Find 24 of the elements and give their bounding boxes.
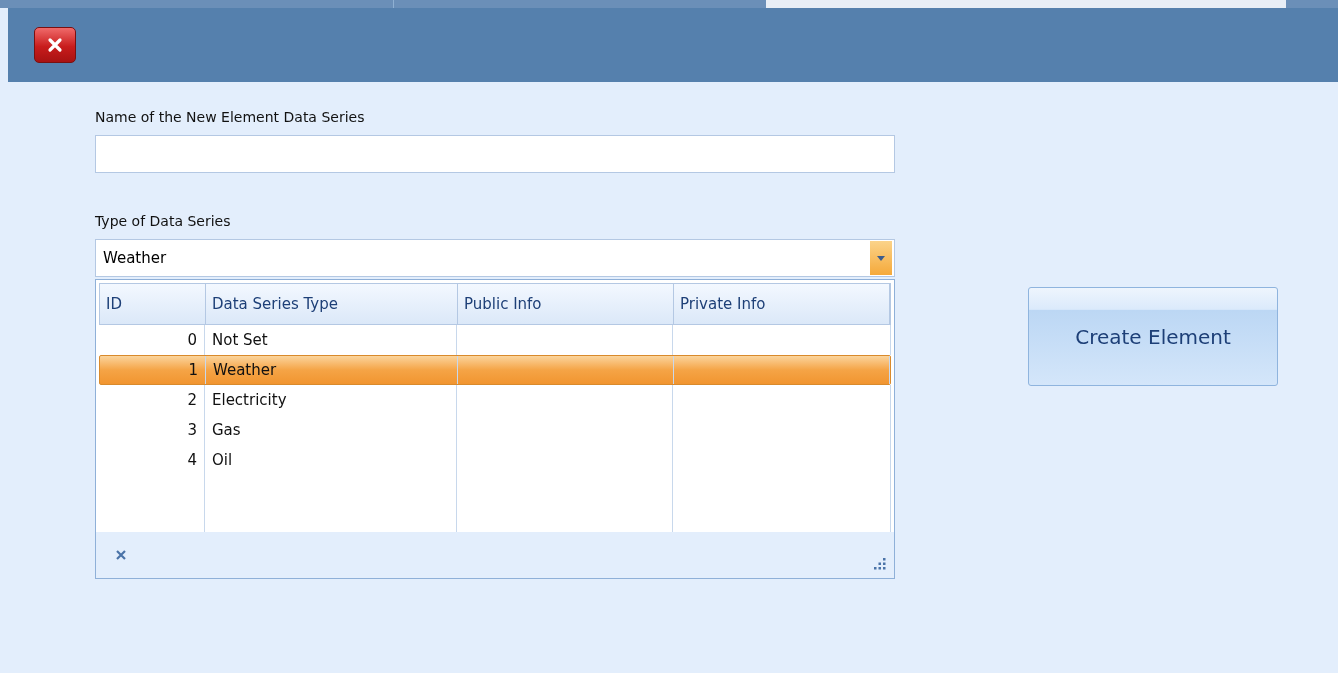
- table-row[interactable]: 4 Oil: [99, 445, 891, 475]
- table-cell: Gas: [205, 415, 457, 445]
- table-cell: 2: [99, 385, 205, 415]
- table-cell: 3: [99, 415, 205, 445]
- table-cell: 1: [100, 356, 206, 384]
- resize-grip-icon[interactable]: [874, 558, 886, 570]
- table-row[interactable]: 3 Gas: [99, 415, 891, 445]
- close-button[interactable]: [34, 27, 76, 63]
- field-label: Type of Data Series: [95, 213, 232, 231]
- column-header[interactable]: Data Series Type: [206, 284, 458, 324]
- create-element-button[interactable]: Create Element: [1028, 287, 1278, 386]
- table-row[interactable]: 2 Electricity: [99, 385, 891, 415]
- table-row[interactable]: 1 Weather: [99, 355, 891, 385]
- table-cell: Weather: [206, 356, 458, 384]
- column-header[interactable]: Private Info: [674, 284, 890, 324]
- field-label: Name of the New Element Data Series: [95, 109, 366, 127]
- type-dropdown[interactable]: Weather: [95, 239, 895, 277]
- name-input-field[interactable]: [95, 135, 895, 173]
- column-header[interactable]: Public Info: [458, 284, 674, 324]
- clear-icon[interactable]: [115, 549, 127, 561]
- table-cell: Oil: [205, 445, 457, 475]
- table-cell: Electricity: [205, 385, 457, 415]
- table-cell: 4: [99, 445, 205, 475]
- column-header[interactable]: ID: [100, 284, 206, 324]
